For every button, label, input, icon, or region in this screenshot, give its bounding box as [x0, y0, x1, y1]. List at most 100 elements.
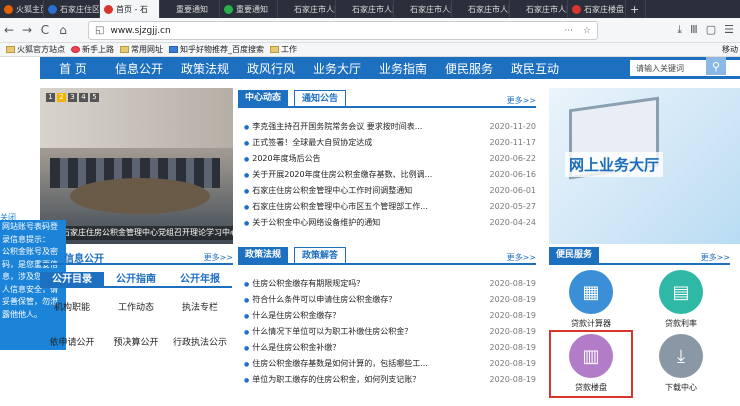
forward-button[interactable]: →: [18, 23, 36, 37]
list-item[interactable]: 住房公积金缴存基数是如何计算的，包括哪些工... 2020-08-19: [244, 355, 536, 371]
page-actions-menu[interactable]: ···: [564, 26, 573, 36]
search-button[interactable]: ⚲: [706, 57, 726, 75]
bookmark-star-icon[interactable]: ☆: [583, 26, 591, 36]
list-item-title[interactable]: 什么情况下单位可以为职工补缴住房公积金？: [244, 326, 412, 337]
browser-tab[interactable]: 石家庄市人民政: [394, 0, 452, 18]
banner-page-dot[interactable]: 3: [68, 93, 77, 102]
library-icon[interactable]: Ⅲ: [690, 23, 698, 37]
list-item-title[interactable]: 住房公积金缴存有期限规定吗？: [244, 278, 364, 289]
browser-tab[interactable]: 重要通知: [160, 0, 220, 18]
banner-page-dot[interactable]: 1: [46, 93, 55, 102]
list-item-title[interactable]: 单位为职工缴存的住房公积金，如何列支记账？: [244, 374, 420, 385]
browser-tab[interactable]: 石家庄市人民政: [452, 0, 510, 18]
list-item[interactable]: 石家庄住房公积金管理中心工作时间调整通知 2020-06-01: [244, 182, 536, 198]
browser-tab[interactable]: 石家庄市人民政: [336, 0, 394, 18]
bookmark-item[interactable]: 常用网址: [120, 44, 163, 55]
banner-caption[interactable]: 石家庄住房公积金管理中心党组召开理论学习中心: [40, 226, 233, 240]
service-item[interactable]: ▦ 贷款计算器: [551, 270, 631, 329]
list-item-title[interactable]: 住房公积金缴存基数是如何计算的，包括哪些工...: [244, 358, 428, 369]
list-item-title[interactable]: 什么是住房公积金缴存？: [244, 310, 340, 321]
services-more-link[interactable]: 更多>>: [701, 252, 730, 263]
nav-item[interactable]: 政策法规: [172, 60, 238, 77]
banner-page-dot[interactable]: 5: [90, 93, 99, 102]
news-more-link[interactable]: 更多>>: [507, 95, 536, 106]
list-item[interactable]: 住房公积金缴存有期限规定吗？ 2020-08-19: [244, 275, 536, 291]
info-open-link[interactable]: 机构职能: [40, 300, 104, 313]
list-item-title[interactable]: 石家庄住房公积金管理中心市区五个管理部工作...: [244, 201, 428, 212]
policy-more-link[interactable]: 更多>>: [507, 252, 536, 263]
list-item-title[interactable]: 什么是住房公积金补缴？: [244, 342, 340, 353]
info-open-link[interactable]: 行政执法公示: [168, 335, 232, 348]
tab-label: 重要通知: [236, 4, 268, 14]
list-item[interactable]: 什么是住房公积金缴存？ 2020-08-19: [244, 307, 536, 323]
browser-tab[interactable]: 石家庄楼盘: [568, 0, 626, 18]
online-business-hall-banner[interactable]: 网上业务大厅: [549, 88, 740, 244]
sidebar-icon[interactable]: ▢: [706, 23, 716, 37]
list-item-title[interactable]: 2020年度场后公告: [244, 153, 320, 164]
list-item[interactable]: 关于公积金中心网络设备维护的通知 2020-04-24: [244, 214, 536, 230]
info-open-link[interactable]: 工作动态: [104, 300, 168, 313]
tab-favicon: [514, 4, 523, 14]
browser-tab[interactable]: 首页 - 石: [100, 0, 160, 18]
nav-item[interactable]: 业务大厅: [304, 60, 370, 77]
info-open-link[interactable]: 执法专栏: [168, 300, 232, 313]
bookmark-item[interactable]: 火狐官方站点: [6, 44, 65, 55]
banner-page-dot[interactable]: 4: [79, 93, 88, 102]
browser-tab[interactable]: 石家庄市人民政: [278, 0, 336, 18]
info-open-more-link[interactable]: 更多>>: [204, 252, 233, 263]
service-item[interactable]: ▤ 贷款利率: [641, 270, 721, 329]
info-open-link[interactable]: 预决算公开: [104, 335, 168, 348]
list-item-title[interactable]: 石家庄住房公积金管理中心工作时间调整通知: [244, 185, 412, 196]
tab-open-catalog[interactable]: 公开目录: [40, 272, 104, 288]
list-item[interactable]: 正式签署！全球最大自贸协定达成 2020-11-17: [244, 134, 536, 150]
search-icon: ⚲: [711, 59, 721, 73]
tab-center-news[interactable]: 中心动态: [238, 90, 289, 106]
tab-label: 石家庄市人民政: [468, 4, 509, 14]
tab-notices[interactable]: 通知公告: [294, 90, 347, 106]
nav-item[interactable]: 信息公开: [106, 60, 172, 77]
tab-open-guide[interactable]: 公开指南: [104, 272, 168, 288]
service-label: 下载中心: [665, 383, 697, 392]
service-item[interactable]: ⤓ 下载中心: [641, 334, 721, 393]
menu-icon[interactable]: ☰: [724, 23, 734, 37]
new-tab-button[interactable]: +: [626, 0, 646, 18]
list-item-title[interactable]: 关于公积金中心网络设备维护的通知: [244, 217, 380, 228]
folder-icon: [6, 46, 15, 53]
nav-item[interactable]: 业务指南: [370, 60, 436, 77]
browser-tab[interactable]: 火狐主页: [0, 0, 44, 18]
downloads-icon[interactable]: ⤓: [677, 23, 682, 37]
nav-item[interactable]: 政风行风: [238, 60, 304, 77]
browser-tab[interactable]: 石家庄住区: [44, 0, 100, 18]
home-button[interactable]: ⌂: [54, 23, 72, 37]
reload-button[interactable]: C: [36, 23, 54, 37]
list-item[interactable]: 什么是住房公积金补缴？ 2020-08-19: [244, 339, 536, 355]
bookmark-item[interactable]: 新手上路: [71, 44, 114, 55]
list-item-title[interactable]: 关于开展2020年度住房公积金缴存基数、比例调...: [244, 169, 432, 180]
list-item-title[interactable]: 符合什么条件可以申请住房公积金缴存？: [244, 294, 396, 305]
list-item-title[interactable]: 正式签署！全球最大自贸协定达成: [244, 137, 372, 148]
nav-item[interactable]: 政民互动: [502, 60, 568, 77]
bookmark-item[interactable]: 知乎好物推荐_百度搜索: [169, 44, 264, 55]
list-item[interactable]: 关于开展2020年度住房公积金缴存基数、比例调... 2020-06-16: [244, 166, 536, 182]
info-open-link[interactable]: 依申请公开: [40, 335, 104, 348]
browser-tab[interactable]: 石家庄市人民政: [510, 0, 568, 18]
browser-tab[interactable]: 重要通知: [220, 0, 278, 18]
mobile-bookmarks[interactable]: 移动: [722, 44, 738, 55]
banner-page-dot[interactable]: 2: [57, 93, 66, 102]
address-bar[interactable]: ◱ www.sjzgjj.cn ··· ☆: [88, 21, 598, 40]
news-banner[interactable]: 12345 石家庄住房公积金管理中心党组召开理论学习中心: [40, 88, 233, 244]
back-button[interactable]: ←: [0, 23, 18, 37]
tab-policy-answers[interactable]: 政策解答: [294, 247, 347, 263]
list-item[interactable]: 符合什么条件可以申请住房公积金缴存？ 2020-08-19: [244, 291, 536, 307]
nav-item[interactable]: 便民服务: [436, 60, 502, 77]
list-item[interactable]: 李克强主持召开国务院常务会议 要求按时间表... 2020-11-20: [244, 118, 536, 134]
list-item[interactable]: 单位为职工缴存的住房公积金，如何列支记账？ 2020-08-19: [244, 371, 536, 387]
list-item[interactable]: 2020年度场后公告 2020-06-22: [244, 150, 536, 166]
nav-item[interactable]: 首 页: [40, 60, 106, 77]
tab-open-annual-report[interactable]: 公开年报: [168, 272, 232, 288]
list-item[interactable]: 什么情况下单位可以为职工补缴住房公积金？ 2020-08-19: [244, 323, 536, 339]
list-item-title[interactable]: 李克强主持召开国务院常务会议 要求按时间表...: [244, 121, 422, 132]
tab-policies[interactable]: 政策法规: [238, 247, 289, 263]
bookmark-item[interactable]: 工作: [270, 44, 297, 55]
list-item[interactable]: 石家庄住房公积金管理中心市区五个管理部工作... 2020-05-27: [244, 198, 536, 214]
